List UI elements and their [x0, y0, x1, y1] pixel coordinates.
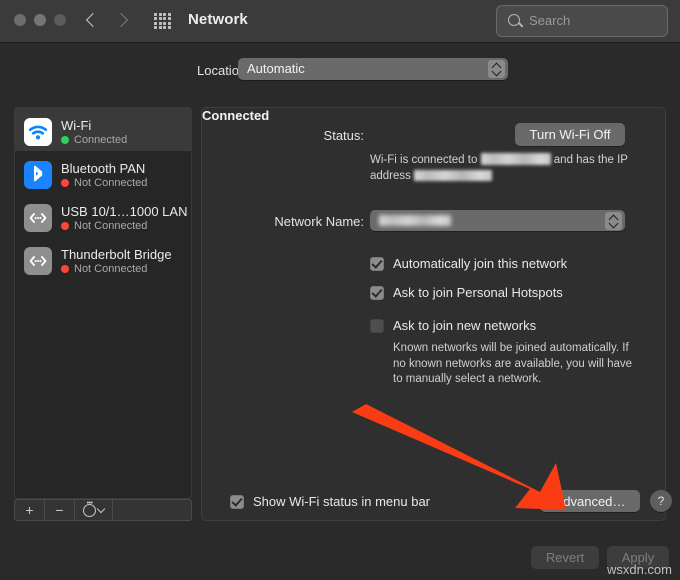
checkbox-label: Automatically join this network: [393, 256, 568, 271]
checkbox-show-wifi-status[interactable]: Show Wi-Fi status in menu bar: [230, 494, 430, 509]
sidebar-item-status: Not Connected: [61, 263, 172, 275]
action-menu-button[interactable]: [75, 500, 113, 520]
action-gear-icon: [83, 500, 96, 517]
checkbox-indicator[interactable]: [370, 257, 384, 271]
service-list[interactable]: Wi-Fi Connected Bluetooth PAN Not Connec…: [14, 107, 192, 499]
revert-button[interactable]: Revert: [531, 546, 599, 569]
status-description: Wi-Fi is connected to and has the IP add…: [370, 152, 628, 184]
status-description-prefix: Wi-Fi is connected to: [370, 154, 478, 166]
wifi-icon: [24, 118, 52, 146]
status-text: Not Connected: [74, 220, 148, 232]
remove-service-label: −: [55, 502, 64, 518]
remove-service-button[interactable]: −: [45, 500, 75, 520]
checkbox-ask-join-new-networks[interactable]: Ask to join new networks: [370, 318, 536, 333]
status-label: Status:: [323, 128, 364, 143]
back-chevron-icon[interactable]: [86, 8, 98, 34]
status-dot: [61, 222, 69, 230]
status-text: Not Connected: [74, 263, 148, 275]
sidebar-item-usb-lan[interactable]: USB 10/1…1000 LAN Not Connected: [15, 194, 191, 237]
location-value: Automatic: [247, 61, 305, 76]
service-list-toolbar: + −: [14, 499, 192, 521]
watermark: wsxdn.com: [606, 562, 672, 577]
redacted-ssid: [480, 153, 551, 165]
sidebar-item-label: Wi-Fi: [61, 118, 92, 133]
checkbox-indicator[interactable]: [370, 286, 384, 300]
sidebar-item-status: Not Connected: [61, 177, 147, 189]
status-text: Not Connected: [74, 177, 148, 189]
redacted-ip-address: [414, 170, 493, 181]
checkbox-label: Ask to join Personal Hotspots: [393, 285, 563, 300]
search-input[interactable]: [529, 6, 659, 35]
wifi-settings-panel: Status: Connected Turn Wi-Fi Off Wi-Fi i…: [201, 107, 672, 521]
checkbox-label: Show Wi-Fi status in menu bar: [253, 494, 431, 509]
traffic-lights: [14, 14, 66, 26]
helper-text: Known networks will be joined automatica…: [393, 342, 633, 385]
search-icon: [508, 14, 520, 26]
sidebar-item-status: Connected: [61, 134, 127, 146]
status-dot: [61, 136, 69, 144]
add-service-label: +: [25, 502, 34, 518]
status-dot: [61, 265, 69, 273]
sidebar-item-label: Bluetooth PAN: [61, 161, 146, 176]
sidebar-item-status: Not Connected: [61, 220, 187, 232]
checkbox-personal-hotspots[interactable]: Ask to join Personal Hotspots: [370, 285, 563, 300]
sidebar-item-label: Thunderbolt Bridge: [61, 247, 172, 262]
advanced-button[interactable]: Advanced…: [540, 490, 640, 512]
bluetooth-icon: [24, 161, 52, 189]
status-value: Connected: [202, 108, 270, 123]
checkbox-indicator[interactable]: [370, 319, 384, 333]
sidebar-item-text: Wi-Fi Connected: [61, 118, 127, 146]
checkbox-auto-join[interactable]: Automatically join this network: [370, 256, 567, 271]
show-all-grid-icon[interactable]: [154, 13, 171, 29]
network-name-label: Network Name:: [274, 214, 364, 229]
checkbox-indicator[interactable]: [230, 495, 244, 509]
chevron-updown-icon[interactable]: [605, 212, 622, 230]
zoom-button[interactable]: [54, 14, 66, 26]
minimize-button[interactable]: [34, 14, 46, 26]
sidebar-item-thunderbolt-bridge[interactable]: Thunderbolt Bridge Not Connected: [15, 237, 191, 280]
chevron-updown-icon[interactable]: [488, 60, 505, 78]
location-row: Location: Automatic: [0, 58, 680, 94]
search-field[interactable]: [496, 5, 668, 37]
title-bar: Network: [0, 0, 680, 43]
status-text: Connected: [74, 134, 128, 146]
ethernet-icon: [24, 204, 52, 232]
navigation-arrows: [86, 8, 128, 34]
sidebar-item-text: USB 10/1…1000 LAN Not Connected: [61, 204, 187, 232]
help-button[interactable]: ?: [650, 490, 672, 512]
close-button[interactable]: [14, 14, 26, 26]
sidebar-item-text: Thunderbolt Bridge Not Connected: [61, 247, 172, 275]
forward-chevron-icon[interactable]: [116, 8, 128, 34]
add-service-button[interactable]: +: [15, 500, 45, 520]
checkbox-label: Ask to join new networks: [393, 318, 537, 333]
redacted-network-name: [379, 215, 451, 226]
sidebar-item-wi-fi[interactable]: Wi-Fi Connected: [15, 108, 191, 151]
location-dropdown[interactable]: Automatic: [238, 58, 508, 80]
sidebar-item-bluetooth-pan[interactable]: Bluetooth PAN Not Connected: [15, 151, 191, 194]
status-description-suffix: address: [370, 170, 411, 182]
network-name-dropdown[interactable]: [370, 210, 625, 231]
page-title: Network: [188, 11, 248, 28]
ethernet-icon: [24, 247, 52, 275]
chevron-down-icon: [96, 504, 106, 513]
status-description-middle: and has the IP: [553, 154, 628, 166]
turn-wifi-off-button[interactable]: Turn Wi-Fi Off: [515, 123, 625, 146]
sidebar-item-label: USB 10/1…1000 LAN: [61, 204, 188, 219]
status-dot: [61, 179, 69, 187]
network-preferences-window: Network Location: Automatic Wi-Fi: [0, 0, 680, 580]
sidebar-item-text: Bluetooth PAN Not Connected: [61, 161, 147, 189]
